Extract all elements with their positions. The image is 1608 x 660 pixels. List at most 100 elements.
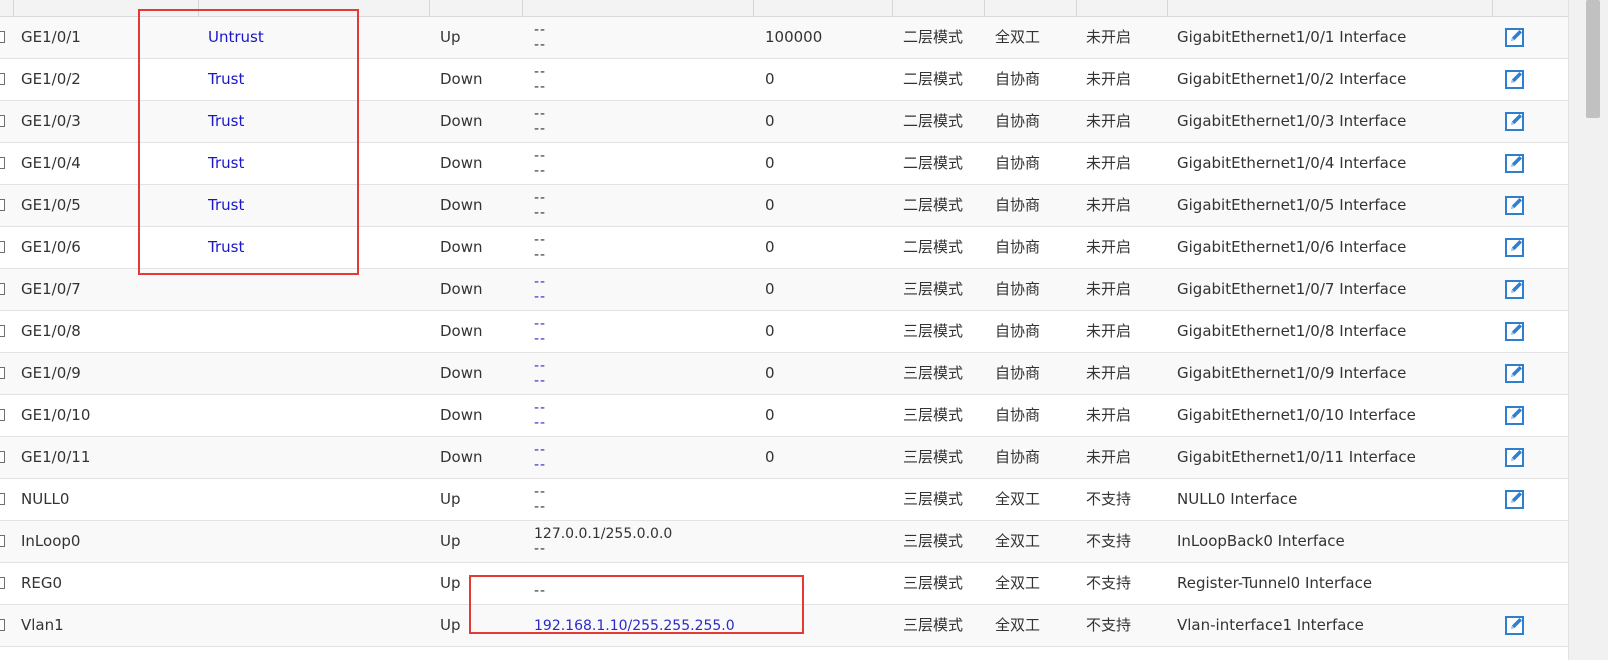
ip-address-line-2: -- bbox=[534, 541, 547, 557]
table-row[interactable]: Vlan1 Up 192.168.1.10/255.255.255.0 三层模式 全双工… bbox=[0, 605, 1568, 647]
vertical-scrollbar[interactable] bbox=[1568, 0, 1608, 660]
edit-icon[interactable] bbox=[1505, 405, 1525, 425]
table-row[interactable]: GE1/0/8 Down -- -- 0 三层模式 自协商 未开启 GigabitEtherne… bbox=[0, 311, 1568, 353]
edit-icon[interactable] bbox=[1505, 279, 1525, 299]
row-checkbox[interactable] bbox=[0, 157, 5, 169]
row-checkbox[interactable] bbox=[0, 325, 5, 337]
edit-icon[interactable] bbox=[1505, 111, 1525, 131]
ip-address-line-2: -- bbox=[534, 37, 547, 53]
rate-limit-status: 未开启 bbox=[1086, 280, 1132, 298]
edit-icon[interactable] bbox=[1505, 195, 1525, 215]
ip-address-line-2: -- bbox=[534, 457, 547, 473]
header-name-column[interactable] bbox=[14, 0, 199, 16]
ip-address-line-1[interactable]: 192.168.1.10/255.255.255.0 bbox=[534, 611, 735, 641]
ip-address-line-1[interactable]: -- bbox=[534, 401, 546, 416]
row-checkbox[interactable] bbox=[0, 73, 5, 85]
link-state: Up bbox=[440, 532, 461, 550]
edit-icon[interactable] bbox=[1505, 321, 1525, 341]
security-zone-link[interactable]: Untrust bbox=[208, 17, 264, 58]
header-rate-column[interactable] bbox=[754, 0, 893, 16]
work-mode: 二层模式 bbox=[903, 238, 964, 256]
header-state-column[interactable] bbox=[430, 0, 523, 16]
link-state: Down bbox=[440, 448, 483, 466]
row-checkbox[interactable] bbox=[0, 409, 5, 421]
edit-icon[interactable] bbox=[1505, 27, 1525, 47]
edit-icon[interactable] bbox=[1505, 363, 1525, 383]
row-checkbox[interactable] bbox=[0, 31, 5, 43]
work-mode: 三层模式 bbox=[903, 280, 964, 298]
table-row[interactable]: GE1/0/2 Trust Down -- -- 0 二层模式 自协商 未开启 GigabitEt… bbox=[0, 59, 1568, 101]
row-checkbox[interactable] bbox=[0, 241, 5, 253]
table-row[interactable]: GE1/0/5 Trust Down -- -- 0 二层模式 自协商 未开启 GigabitEt… bbox=[0, 185, 1568, 227]
duplex-mode: 全双工 bbox=[995, 490, 1041, 508]
row-checkbox[interactable] bbox=[0, 283, 5, 295]
header-duplex-column[interactable] bbox=[985, 0, 1077, 16]
row-checkbox[interactable] bbox=[0, 115, 5, 127]
ip-address-line-1[interactable]: -- bbox=[534, 359, 546, 374]
scrollbar-thumb[interactable] bbox=[1586, 0, 1600, 118]
rate-value: 0 bbox=[765, 238, 775, 256]
row-checkbox[interactable] bbox=[0, 577, 5, 589]
table-row[interactable]: GE1/0/11 Down -- -- 0 三层模式 自协商 未开启 GigabitEthern… bbox=[0, 437, 1568, 479]
security-zone-link[interactable]: Trust bbox=[208, 143, 244, 184]
header-ip-column[interactable] bbox=[523, 0, 754, 16]
table-row[interactable]: GE1/0/10 Down -- -- 0 三层模式 自协商 未开启 GigabitEthern… bbox=[0, 395, 1568, 437]
link-state: Down bbox=[440, 322, 483, 340]
header-desc-column[interactable] bbox=[1168, 0, 1493, 16]
interface-description: NULL0 Interface bbox=[1177, 490, 1298, 508]
rate-value: 0 bbox=[765, 406, 775, 424]
ip-address-line-1[interactable]: -- bbox=[534, 317, 546, 332]
ip-address-cell[interactable]: -- -- bbox=[534, 443, 546, 473]
link-state: Up bbox=[440, 574, 461, 592]
security-zone-link[interactable]: Trust bbox=[208, 101, 244, 142]
interface-description: GigabitEthernet1/0/11 Interface bbox=[1177, 448, 1416, 466]
ip-address-cell[interactable]: -- -- bbox=[534, 359, 546, 389]
edit-icon[interactable] bbox=[1505, 447, 1525, 467]
edit-icon[interactable] bbox=[1505, 489, 1525, 509]
row-checkbox[interactable] bbox=[0, 493, 5, 505]
ip-address-line-1[interactable]: -- bbox=[534, 443, 546, 458]
row-checkbox[interactable] bbox=[0, 367, 5, 379]
duplex-mode: 自协商 bbox=[995, 364, 1041, 382]
table-row[interactable]: GE1/0/9 Down -- -- 0 三层模式 自协商 未开启 GigabitEtherne… bbox=[0, 353, 1568, 395]
security-zone-link[interactable]: Trust bbox=[208, 185, 244, 226]
row-checkbox[interactable] bbox=[0, 451, 5, 463]
row-checkbox[interactable] bbox=[0, 535, 5, 547]
row-checkbox[interactable] bbox=[0, 199, 5, 211]
table-row[interactable]: InLoop0 Up 127.0.0.1/255.0.0.0 -- 三层模式 全双工 不支持… bbox=[0, 521, 1568, 563]
edit-icon[interactable] bbox=[1505, 69, 1525, 89]
ip-address-line-2: -- bbox=[534, 499, 547, 515]
ip-address-cell[interactable]: -- -- bbox=[534, 275, 546, 305]
ip-address-line-1: -- bbox=[534, 106, 547, 122]
table-row[interactable]: REG0 Up -- -- 三层模式 全双工 不支持 Register-Tunnel0 Int… bbox=[0, 563, 1568, 605]
header-select-column bbox=[0, 0, 14, 16]
ip-address-cell[interactable]: -- -- bbox=[534, 401, 546, 431]
row-checkbox[interactable] bbox=[0, 619, 5, 631]
ip-address-cell[interactable]: 192.168.1.10/255.255.255.0 bbox=[534, 611, 735, 641]
edit-icon[interactable] bbox=[1505, 153, 1525, 173]
ip-address-line-1: -- bbox=[534, 568, 547, 584]
interface-description: Register-Tunnel0 Interface bbox=[1177, 574, 1373, 592]
security-zone-link[interactable]: Trust bbox=[208, 227, 244, 268]
rate-value: 0 bbox=[765, 448, 775, 466]
header-mode-column[interactable] bbox=[893, 0, 985, 16]
ip-address-line-1[interactable]: -- bbox=[534, 275, 546, 290]
security-zone-link[interactable]: Trust bbox=[208, 59, 244, 100]
table-row[interactable]: GE1/0/4 Trust Down -- -- 0 二层模式 自协商 未开启 GigabitEt… bbox=[0, 143, 1568, 185]
work-mode: 二层模式 bbox=[903, 28, 964, 46]
table-row[interactable]: GE1/0/3 Trust Down -- -- 0 二层模式 自协商 未开启 GigabitEt… bbox=[0, 101, 1568, 143]
edit-icon[interactable] bbox=[1505, 615, 1525, 635]
table-row[interactable]: GE1/0/7 Down -- -- 0 三层模式 自协商 未开启 GigabitEtherne… bbox=[0, 269, 1568, 311]
edit-icon[interactable] bbox=[1505, 237, 1525, 257]
interface-name: GE1/0/10 bbox=[21, 406, 91, 424]
table-row[interactable]: GE1/0/1 Untrust Up -- -- 100000 二层模式 全双工 未开启 Giga… bbox=[0, 17, 1568, 59]
ip-address-line-2: -- bbox=[534, 247, 547, 263]
header-zone-column[interactable] bbox=[199, 0, 430, 16]
link-state: Up bbox=[440, 28, 461, 46]
table-row[interactable]: GE1/0/6 Trust Down -- -- 0 二层模式 自协商 未开启 GigabitEt… bbox=[0, 227, 1568, 269]
table-row[interactable]: NULL0 Up -- -- 三层模式 全双工 不支持 NULL0 Interface bbox=[0, 479, 1568, 521]
work-mode: 二层模式 bbox=[903, 112, 964, 130]
rate-limit-status: 未开启 bbox=[1086, 406, 1132, 424]
header-ratelimit-column[interactable] bbox=[1077, 0, 1168, 16]
ip-address-cell[interactable]: -- -- bbox=[534, 317, 546, 347]
